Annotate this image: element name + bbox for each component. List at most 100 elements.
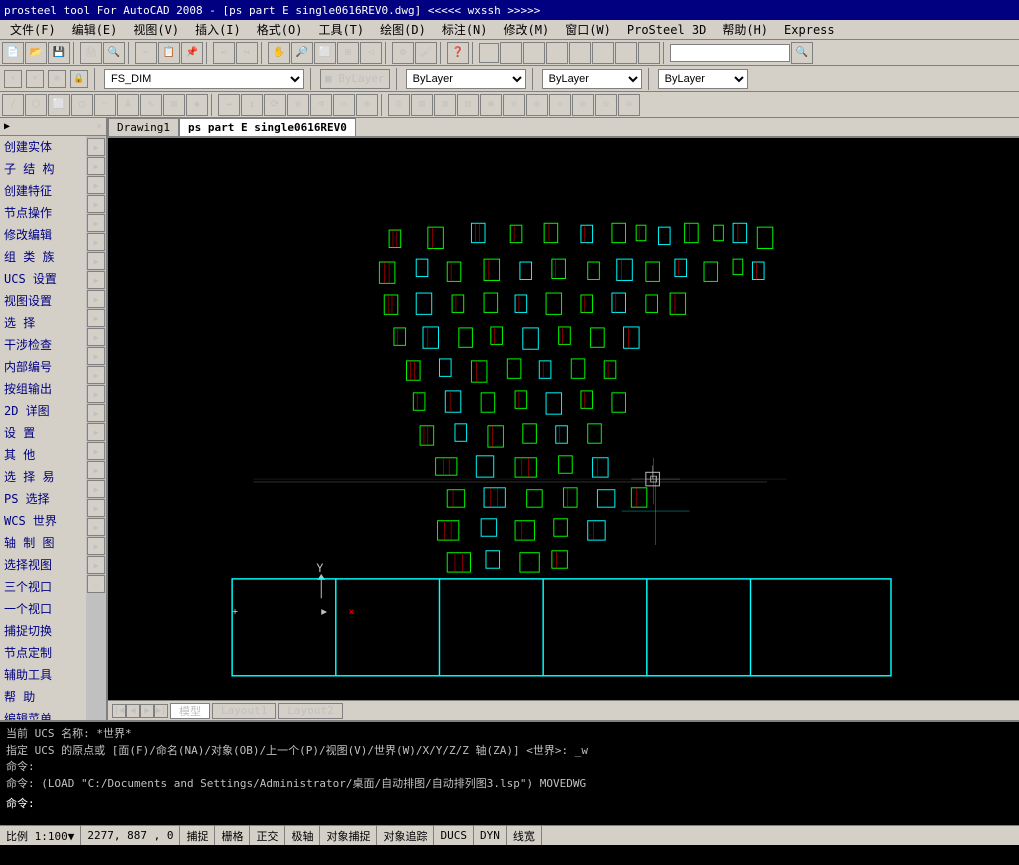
draw-btn4[interactable]: ○ bbox=[71, 94, 93, 116]
redo-btn[interactable]: ↪ bbox=[236, 42, 258, 64]
status-grid[interactable]: 栅格 bbox=[215, 826, 250, 845]
menu-tools[interactable]: 工具(T) bbox=[312, 20, 370, 39]
mod-btn7[interactable]: ⊕ bbox=[356, 94, 378, 116]
draw-btn5[interactable]: ⌒ bbox=[94, 94, 116, 116]
ps-btn5[interactable] bbox=[569, 42, 591, 64]
left-icon-4[interactable]: ▶ bbox=[87, 195, 105, 213]
menu-group-output[interactable]: 按组输出 bbox=[0, 378, 86, 400]
draw-btn6[interactable]: A bbox=[117, 94, 139, 116]
menu-node-op[interactable]: 节点操作 bbox=[0, 202, 86, 224]
preview-btn[interactable]: 🔍 bbox=[103, 42, 125, 64]
snap-btn8[interactable]: ⋄ bbox=[549, 94, 571, 116]
left-icon-20[interactable]: ▶ bbox=[87, 499, 105, 517]
left-icon-15[interactable]: ▶ bbox=[87, 404, 105, 422]
left-icon-16[interactable]: ▶ bbox=[87, 423, 105, 441]
menu-modify-edit[interactable]: 修改编辑 bbox=[0, 224, 86, 246]
menu-internal-num[interactable]: 内部编号 bbox=[0, 356, 86, 378]
layout-tab-layout1[interactable]: Layout1 bbox=[212, 703, 276, 719]
layout-nav-first[interactable]: |◀ bbox=[112, 704, 126, 718]
search-btn[interactable]: 🔍 bbox=[791, 42, 813, 64]
menu-window[interactable]: 窗口(W) bbox=[559, 20, 617, 39]
draw-btn9[interactable]: ◈ bbox=[186, 94, 208, 116]
left-icon-18[interactable]: ▶ bbox=[87, 461, 105, 479]
menu-create-solid[interactable]: 创建实体 bbox=[0, 136, 86, 158]
menu-group-family[interactable]: 组 类 族 bbox=[0, 246, 86, 268]
ps-btn1[interactable] bbox=[479, 43, 499, 63]
linetype-select[interactable]: ByLayer bbox=[406, 69, 526, 89]
layout-tab-layout2[interactable]: Layout2 bbox=[278, 703, 342, 719]
left-icon-8[interactable]: ▶ bbox=[87, 271, 105, 289]
status-osnap[interactable]: 对象捕捉 bbox=[320, 826, 377, 845]
menu-view-set[interactable]: 视图设置 bbox=[0, 290, 86, 312]
layout-nav-prev[interactable]: ◀ bbox=[126, 704, 140, 718]
left-icon-6[interactable]: ▶ bbox=[87, 233, 105, 251]
left-icon-7[interactable]: ▶ bbox=[87, 252, 105, 270]
snap-btn6[interactable]: ⊙ bbox=[503, 94, 525, 116]
menu-draw[interactable]: 绘图(D) bbox=[374, 20, 432, 39]
plotstyle-select[interactable]: ByLayer bbox=[658, 69, 748, 89]
layout-nav-next[interactable]: ▶ bbox=[140, 704, 154, 718]
menu-sel-view[interactable]: 选择视图 bbox=[0, 554, 86, 576]
status-scale[interactable]: 比例 1:100▼ bbox=[0, 826, 81, 845]
ps-btn7[interactable] bbox=[615, 42, 637, 64]
mod-btn6[interactable]: ✂ bbox=[333, 94, 355, 116]
status-lineweight[interactable]: 线宽 bbox=[507, 826, 542, 845]
undo-btn[interactable]: ↩ bbox=[213, 42, 235, 64]
left-icon-3[interactable]: ▶ bbox=[87, 176, 105, 194]
left-icon-22[interactable]: ▶ bbox=[87, 537, 105, 555]
ps-btn4[interactable] bbox=[546, 42, 568, 64]
snap-btn2[interactable]: ⊠ bbox=[411, 94, 433, 116]
match-btn[interactable]: 🖌 bbox=[415, 42, 437, 64]
zoom-all-btn[interactable]: ⊞ bbox=[337, 42, 359, 64]
command-input[interactable] bbox=[6, 815, 1013, 826]
left-icon-21[interactable]: ▶ bbox=[87, 518, 105, 536]
draw-btn3[interactable]: ⬜ bbox=[48, 94, 70, 116]
menu-1-viewport[interactable]: 一个视口 bbox=[0, 598, 86, 620]
left-icon-10[interactable]: ▶ bbox=[87, 309, 105, 327]
left-icon-2[interactable]: ▶ bbox=[87, 157, 105, 175]
menu-settings[interactable]: 设 置 bbox=[0, 422, 86, 444]
ps-btn3[interactable] bbox=[523, 42, 545, 64]
menu-insert[interactable]: 插入(I) bbox=[189, 20, 247, 39]
print-btn[interactable]: 🖨 bbox=[80, 42, 102, 64]
left-icon-11[interactable]: ▶ bbox=[87, 328, 105, 346]
mod-btn1[interactable]: ↔ bbox=[218, 94, 240, 116]
menu-3-viewport[interactable]: 三个视口 bbox=[0, 576, 86, 598]
snap-btn1[interactable]: ⊡ bbox=[388, 94, 410, 116]
menu-other[interactable]: 其 他 bbox=[0, 444, 86, 466]
left-icon-14[interactable]: ▶ bbox=[87, 385, 105, 403]
draw-btn8[interactable]: ⊞ bbox=[163, 94, 185, 116]
menu-express[interactable]: Express bbox=[778, 22, 841, 38]
mod-btn2[interactable]: ↕ bbox=[241, 94, 263, 116]
status-snap[interactable]: 捕捉 bbox=[180, 826, 215, 845]
canvas-area[interactable]: Drawing1 ps part E single0616REV0 + ▶ ✕ … bbox=[108, 118, 1019, 720]
zoom-win-btn[interactable]: ⬜ bbox=[314, 42, 336, 64]
search-input[interactable] bbox=[670, 44, 790, 62]
snap-btn3[interactable]: ⊞ bbox=[434, 94, 456, 116]
tab-ps-part[interactable]: ps part E single0616REV0 bbox=[179, 118, 356, 136]
menu-create-feature[interactable]: 创建特征 bbox=[0, 180, 86, 202]
left-icon-12[interactable]: ▶ bbox=[87, 347, 105, 365]
menu-dimension[interactable]: 标注(N) bbox=[436, 20, 494, 39]
color-control[interactable]: ■ ByLayer bbox=[320, 69, 390, 89]
pan-btn[interactable]: ✋ bbox=[268, 42, 290, 64]
menu-axis-draw[interactable]: 轴 制 图 bbox=[0, 532, 86, 554]
draw-btn7[interactable]: ✎ bbox=[140, 94, 162, 116]
layer-lock-btn[interactable]: 🔒 bbox=[70, 70, 88, 88]
status-otrack[interactable]: 对象追踪 bbox=[377, 826, 434, 845]
status-dyn[interactable]: DYN bbox=[474, 826, 507, 845]
ps-btn6[interactable] bbox=[592, 42, 614, 64]
save-btn[interactable]: 💾 bbox=[48, 42, 70, 64]
menu-prosteel[interactable]: ProSteel 3D bbox=[621, 22, 712, 38]
layer-props-btn[interactable]: ⚡ bbox=[4, 70, 22, 88]
left-icon-23[interactable]: ▶ bbox=[87, 556, 105, 574]
menu-select[interactable]: 选 择 bbox=[0, 312, 86, 334]
draw-btn1[interactable]: ∕ bbox=[2, 94, 24, 116]
snap-btn7[interactable]: ⊚ bbox=[526, 94, 548, 116]
left-icon-5[interactable]: ▶ bbox=[87, 214, 105, 232]
lineweight-select[interactable]: ByLayer bbox=[542, 69, 642, 89]
left-icon-19[interactable]: ▶ bbox=[87, 480, 105, 498]
left-icon-13[interactable]: ▶ bbox=[87, 366, 105, 384]
mod-btn3[interactable]: ⟳ bbox=[264, 94, 286, 116]
layer-freeze-btn[interactable]: ❄ bbox=[48, 70, 66, 88]
